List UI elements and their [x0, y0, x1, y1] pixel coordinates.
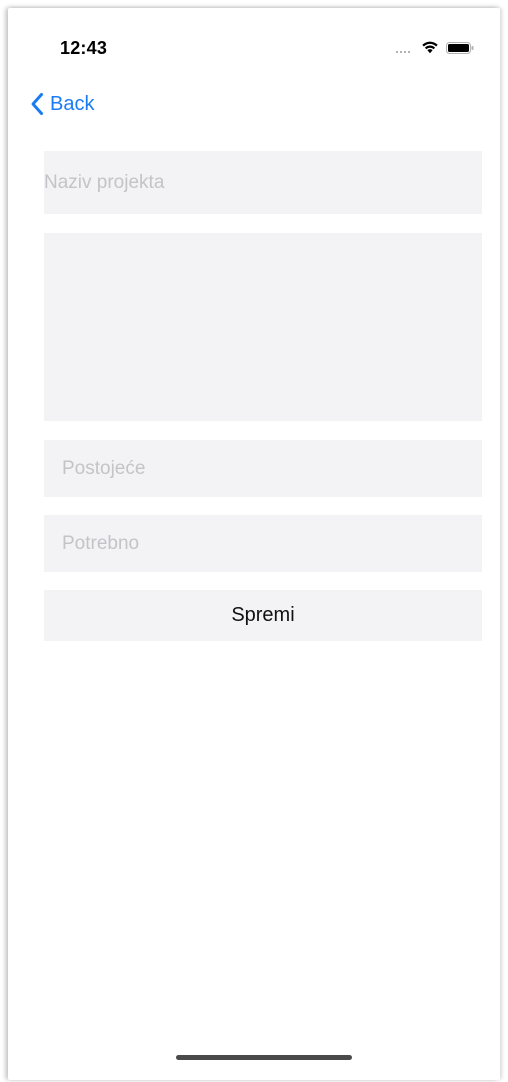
existing-field-container [44, 440, 482, 497]
description-field-container [44, 233, 482, 421]
home-indicator [176, 1055, 352, 1060]
existing-input[interactable] [44, 440, 482, 497]
project-name-input[interactable] [44, 151, 482, 214]
needed-input[interactable] [44, 515, 482, 572]
status-bar: 12:43 [8, 8, 500, 68]
save-button-label: Spremi [231, 604, 295, 626]
needed-field-container [44, 515, 482, 572]
chevron-left-icon [31, 93, 43, 115]
battery-icon [446, 42, 474, 54]
description-textarea[interactable] [44, 233, 482, 421]
project-name-field-container [44, 151, 482, 214]
phone-screen: 12:43 Back Spremi [8, 8, 500, 1080]
back-label: Back [50, 92, 95, 115]
status-time: 12:43 [60, 38, 108, 58]
back-button[interactable]: Back [30, 90, 94, 118]
save-button[interactable]: Spremi [44, 590, 482, 641]
signal-dots-icon [396, 51, 410, 53]
wifi-icon [422, 41, 438, 54]
